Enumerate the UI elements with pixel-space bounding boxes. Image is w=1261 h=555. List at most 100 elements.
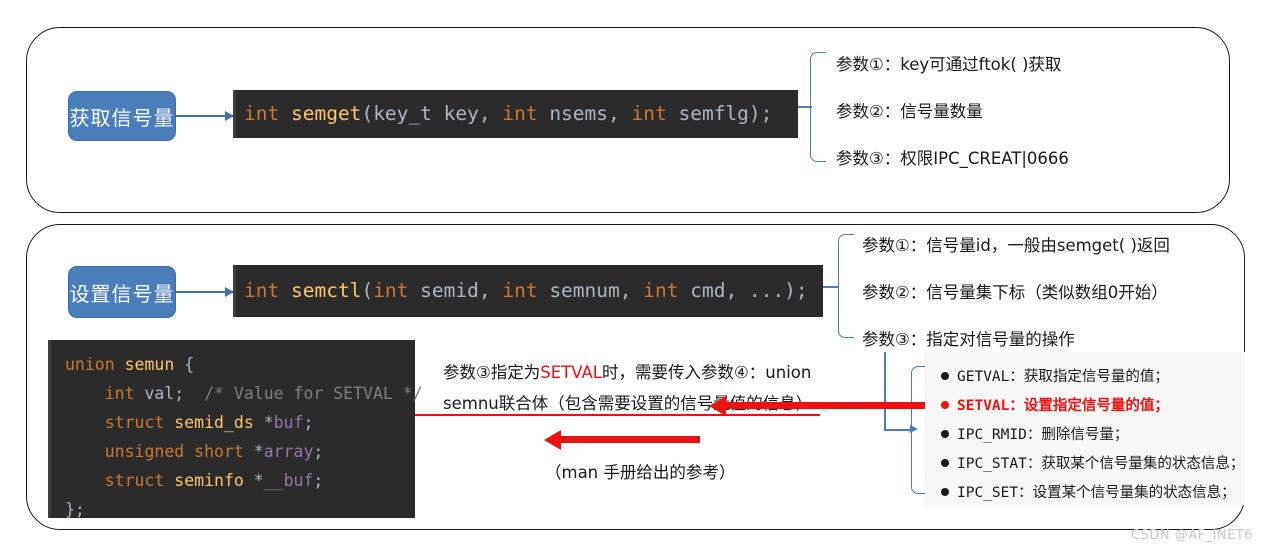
cmd-desc: 设置指定信号量的值； — [1023, 398, 1169, 414]
cmd-desc: 获取指定信号量的值； — [1023, 369, 1169, 385]
annotation-semget-param3: 参数③：权限IPC_CREAT|0666 — [836, 149, 1069, 168]
code-line: }; — [65, 495, 415, 524]
code-token: __buf — [263, 471, 314, 490]
code-token: int — [104, 384, 135, 403]
cmd-name: IPC_SET： — [957, 485, 1033, 501]
cmd-desc: 删除信号量； — [1041, 427, 1129, 443]
code-token: semid, — [408, 279, 503, 302]
red-arrow-setval-link — [709, 395, 930, 416]
cmd-desc: 获取某个信号量集的状态信息； — [1041, 456, 1245, 472]
code-token: cmd, ...); — [678, 279, 808, 302]
bracket-semget-params — [810, 52, 826, 162]
cmd-desc: 设置某个信号量集的状态信息； — [1032, 485, 1236, 501]
code-line: unsigned short *array; — [65, 437, 415, 466]
code-token: key_t — [373, 102, 432, 125]
bracket-semctl-params — [838, 234, 854, 338]
code-block-semget: int semget(key_t key, int nsems, int sem… — [233, 90, 798, 138]
cmd-name: SETVAL： — [957, 398, 1024, 414]
bullet-dot-icon — [941, 401, 949, 409]
cmd-name: GETVAL： — [957, 369, 1024, 385]
code-token: array — [263, 442, 314, 461]
code-token: * — [253, 413, 274, 432]
code-token: key, — [431, 102, 503, 125]
code-token: nsems, — [537, 102, 632, 125]
code-token: }; — [65, 500, 85, 519]
code-token: ; — [313, 442, 324, 461]
note-line1-post: 时，需要传入参数④：union — [602, 363, 812, 382]
code-token: int — [502, 279, 538, 302]
bullet-dot-icon — [941, 430, 949, 438]
annotation-semctl-param2: 参数②：信号量集下标（类似数组0开始） — [862, 283, 1168, 302]
code-token: ; — [303, 413, 314, 432]
note-setval-line1: 参数③指定为SETVAL时，需要传入参数④：union — [443, 359, 811, 383]
cmd-list-item[interactable]: IPC_STAT：获取某个信号量集的状态信息； — [941, 452, 1244, 473]
cmd-list-item[interactable]: SETVAL：设置指定信号量的值； — [941, 394, 1169, 415]
code-token: semid_ds — [174, 413, 254, 432]
code-token: /* Value for SETVAL */ — [204, 384, 423, 403]
diagram-canvas: 获取信号量 int semget(key_t key, int nsems, i… — [0, 0, 1261, 555]
connector-param3-vertical — [884, 352, 886, 430]
watermark-csdn: CSDN @AF_INET6 — [1131, 528, 1254, 543]
code-token: struct — [104, 471, 165, 490]
code-token: unsigned short — [104, 442, 244, 461]
code-line: struct semid_ds *buf; — [65, 408, 415, 437]
connector-arrow-semget — [176, 111, 234, 121]
bullet-dot-icon — [941, 488, 949, 496]
bracket-stub-semget — [798, 106, 812, 108]
label-set-semaphore[interactable]: 设置信号量 — [68, 266, 176, 318]
note-red-underline — [415, 414, 820, 416]
caption-man-reference: （man 手册给出的参考） — [545, 463, 736, 482]
code-line: union semun { — [65, 350, 415, 379]
cmd-name: IPC_STAT： — [957, 456, 1042, 472]
code-token: int — [643, 279, 679, 302]
code-token: { — [174, 355, 195, 374]
cmd-name: IPC_RMID： — [957, 427, 1042, 443]
code-token: seminfo — [174, 471, 244, 490]
connector-param3-horizontal — [884, 429, 912, 431]
code-token: semflg); — [666, 102, 773, 125]
bracket-stub-semctl — [823, 286, 839, 288]
code-token: * — [243, 442, 264, 461]
annotation-semctl-param3: 参数③：指定对信号量的操作 — [862, 330, 1075, 349]
annotation-semctl-param1: 参数①：信号量id，一般由semget( )返回 — [862, 236, 1170, 255]
note-line1-setval: SETVAL — [540, 363, 602, 382]
code-token: val; — [134, 384, 205, 403]
connector-arrow-semctl — [176, 287, 234, 297]
code-token: semget — [290, 102, 362, 125]
code-token: int — [373, 279, 409, 302]
code-token: int — [244, 102, 280, 125]
code-line: struct seminfo *__buf; — [65, 466, 415, 495]
code-token: * — [243, 471, 264, 490]
code-token: ( — [361, 279, 374, 302]
code-token: int — [502, 102, 538, 125]
code-token: ( — [361, 102, 374, 125]
code-line: int val; /* Value for SETVAL */ — [65, 379, 423, 408]
note-line1-pre: 参数③指定为 — [443, 363, 541, 382]
code-token: semctl — [290, 279, 362, 302]
code-token: union — [65, 355, 115, 374]
code-block-semctl: int semctl(int semid, int semnum, int cm… — [233, 265, 823, 317]
code-token: int — [631, 102, 667, 125]
code-token: struct — [104, 413, 165, 432]
annotation-semget-param2: 参数②：信号量数量 — [836, 102, 983, 121]
cmd-list-item[interactable]: IPC_RMID：删除信号量； — [941, 423, 1128, 444]
red-arrow-man-reference — [544, 429, 700, 450]
bullet-dot-icon — [941, 372, 949, 380]
code-token: semnum, — [537, 279, 644, 302]
annotation-semget-param1: 参数①：key可通过ftok( )获取 — [836, 55, 1062, 74]
cmd-list-item[interactable]: GETVAL：获取指定信号量的值； — [941, 365, 1169, 386]
code-token: buf — [273, 413, 304, 432]
code-token: int — [244, 279, 280, 302]
cmd-list-item[interactable]: IPC_SET：设置某个信号量集的状态信息； — [941, 481, 1236, 502]
label-acquire-semaphore[interactable]: 获取信号量 — [68, 91, 176, 141]
code-token: semun — [124, 355, 175, 374]
